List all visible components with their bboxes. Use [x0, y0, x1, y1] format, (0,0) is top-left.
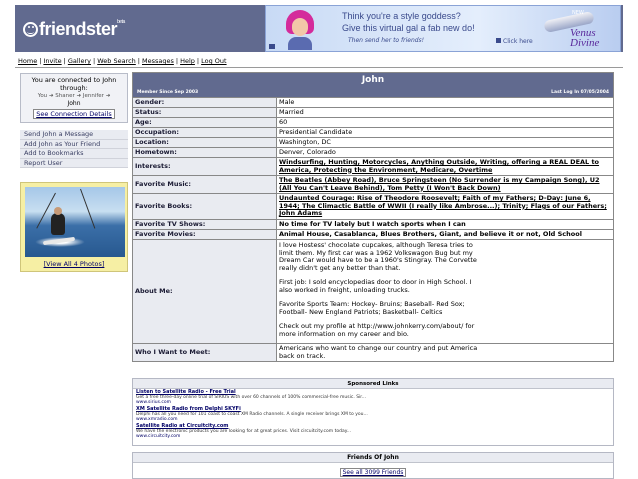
- music-value[interactable]: The Beatles (Abbey Road), Bruce Springst…: [279, 176, 600, 192]
- status-value: Married: [276, 107, 614, 118]
- gender-label: Gender:: [132, 97, 277, 108]
- ad-play-icon[interactable]: [269, 44, 275, 49]
- sponsored-item[interactable]: XM Satellite Radio from Delphi SKYFi Del…: [133, 406, 613, 423]
- report-user-link[interactable]: Report User: [20, 158, 128, 168]
- ad-headline: Think you're a style goddess?: [342, 11, 461, 21]
- status-label: Status:: [132, 107, 277, 118]
- profile-name-bar: John Member Since Sep 2003 Last Log In 0…: [133, 73, 613, 97]
- nav-divider: [15, 67, 623, 68]
- sponsored-item[interactable]: Satellite Radio at Circuitcity.com We ha…: [133, 423, 613, 440]
- interests-value[interactable]: Windsurfing, Hunting, Motorcycles, Anyth…: [279, 158, 599, 174]
- ad-brand-top: NEW: [572, 10, 584, 16]
- connection-user: John: [67, 100, 81, 107]
- arrow-icon: [496, 38, 501, 43]
- beta-badge: beta: [117, 19, 125, 25]
- tv-label: Favorite TV Shows:: [132, 219, 277, 230]
- see-connection-details-link[interactable]: See Connection Details: [33, 109, 115, 119]
- hometown-label: Hometown:: [132, 147, 277, 158]
- movies-label: Favorite Movies:: [132, 229, 277, 240]
- profile-name: John: [361, 75, 385, 85]
- profile-table: John Member Since Sep 2003 Last Log In 0…: [132, 72, 614, 362]
- nav-messages[interactable]: Messages: [140, 57, 176, 65]
- about-value: I love Hostess' chocolate cupcakes, alth…: [276, 239, 614, 344]
- about-paragraph-1: I love Hostess' chocolate cupcakes, alth…: [279, 241, 477, 272]
- sponsored-links: Sponsored Links Listen to Satellite Radi…: [132, 378, 614, 446]
- ad-subline: Give this virtual gal a fab new do!: [342, 23, 475, 33]
- member-since: Member Since Sep 2003: [137, 90, 199, 95]
- movies-value: Animal House, Casablanca, Blues Brothers…: [276, 229, 614, 240]
- friendster-logo[interactable]: friendsterbeta: [23, 19, 125, 40]
- interests-label: Interests:: [132, 157, 277, 176]
- friends-title: Friends Of John: [133, 453, 613, 463]
- books-label: Favorite Books:: [132, 193, 277, 220]
- top-nav: Home | Invite | Gallery | Web Search | Messages |…: [16, 57, 228, 65]
- smiley-logo-icon: [23, 22, 38, 37]
- about-paragraph-2: First job: I sold encyclopedias door to …: [279, 278, 472, 294]
- ad-click-here[interactable]: Click here: [496, 38, 533, 45]
- meet-value: Americans who want to change our country…: [279, 344, 478, 360]
- see-all-friends-link[interactable]: See all 3099 Friends: [339, 468, 407, 477]
- about-paragraph-4: Check out my profile at http://www.johnk…: [279, 322, 475, 338]
- last-login: Last Log In 07/05/2004: [551, 90, 609, 95]
- meet-label: Who I Want to Meet:: [132, 343, 277, 362]
- sponsored-item[interactable]: Listen to Satellite Radio - Free Trial G…: [133, 389, 613, 406]
- hometown-value: Denver, Colorado: [276, 147, 614, 158]
- ad-avatar-illustration: [286, 10, 314, 50]
- ad-brand-name: Venus Divine: [570, 27, 600, 49]
- about-paragraph-3: Favorite Sports Team: Hockey- Bruins; Ba…: [279, 300, 465, 316]
- books-value[interactable]: Undaunted Courage: Rise of Theodore Roos…: [279, 194, 607, 218]
- add-bookmark-link[interactable]: Add to Bookmarks: [20, 149, 128, 159]
- nav-help[interactable]: Help: [178, 57, 197, 65]
- nav-home[interactable]: Home: [16, 57, 39, 65]
- about-label: About Me:: [132, 239, 277, 344]
- profile-photo[interactable]: [25, 187, 125, 257]
- connection-box: You are connected to John through: You ➜…: [20, 73, 128, 123]
- photo-box: [View All 4 Photos]: [20, 182, 128, 272]
- add-friend-link[interactable]: Add John as Your Friend: [20, 139, 128, 149]
- age-label: Age:: [132, 117, 277, 128]
- nav-log-out[interactable]: Log Out: [199, 57, 228, 65]
- connection-title: You are connected to John through:: [31, 76, 117, 92]
- sponsored-title: Sponsored Links: [133, 379, 613, 389]
- friends-section: Friends Of John See all 3099 Friends: [132, 452, 614, 479]
- music-label: Favorite Music:: [132, 175, 277, 194]
- connection-path[interactable]: You ➜ Shaner ➜ Jennifer ➜: [21, 92, 127, 100]
- logo-text: friendster: [39, 19, 118, 39]
- nav-invite[interactable]: Invite: [41, 57, 63, 65]
- location-label: Location:: [132, 137, 277, 148]
- location-value: Washington, DC: [276, 137, 614, 148]
- tv-value: No time for TV lately but I watch sports…: [276, 219, 614, 230]
- occupation-value: Presidential Candidate: [276, 127, 614, 138]
- nav-gallery[interactable]: Gallery: [66, 57, 93, 65]
- occupation-label: Occupation:: [132, 127, 277, 138]
- age-value: 60: [276, 117, 614, 128]
- view-all-photos-link[interactable]: [View All 4 Photos]: [21, 260, 127, 268]
- ad-tagline: Then send her to friends!: [348, 37, 425, 44]
- send-message-link[interactable]: Send John a Message: [20, 130, 128, 140]
- gender-value: Male: [276, 97, 614, 108]
- profile-actions: Send John a Message Add John as Your Fri…: [20, 130, 128, 168]
- nav-web-search[interactable]: Web Search: [95, 57, 138, 65]
- banner-ad[interactable]: Think you're a style goddess? Give this …: [265, 5, 621, 52]
